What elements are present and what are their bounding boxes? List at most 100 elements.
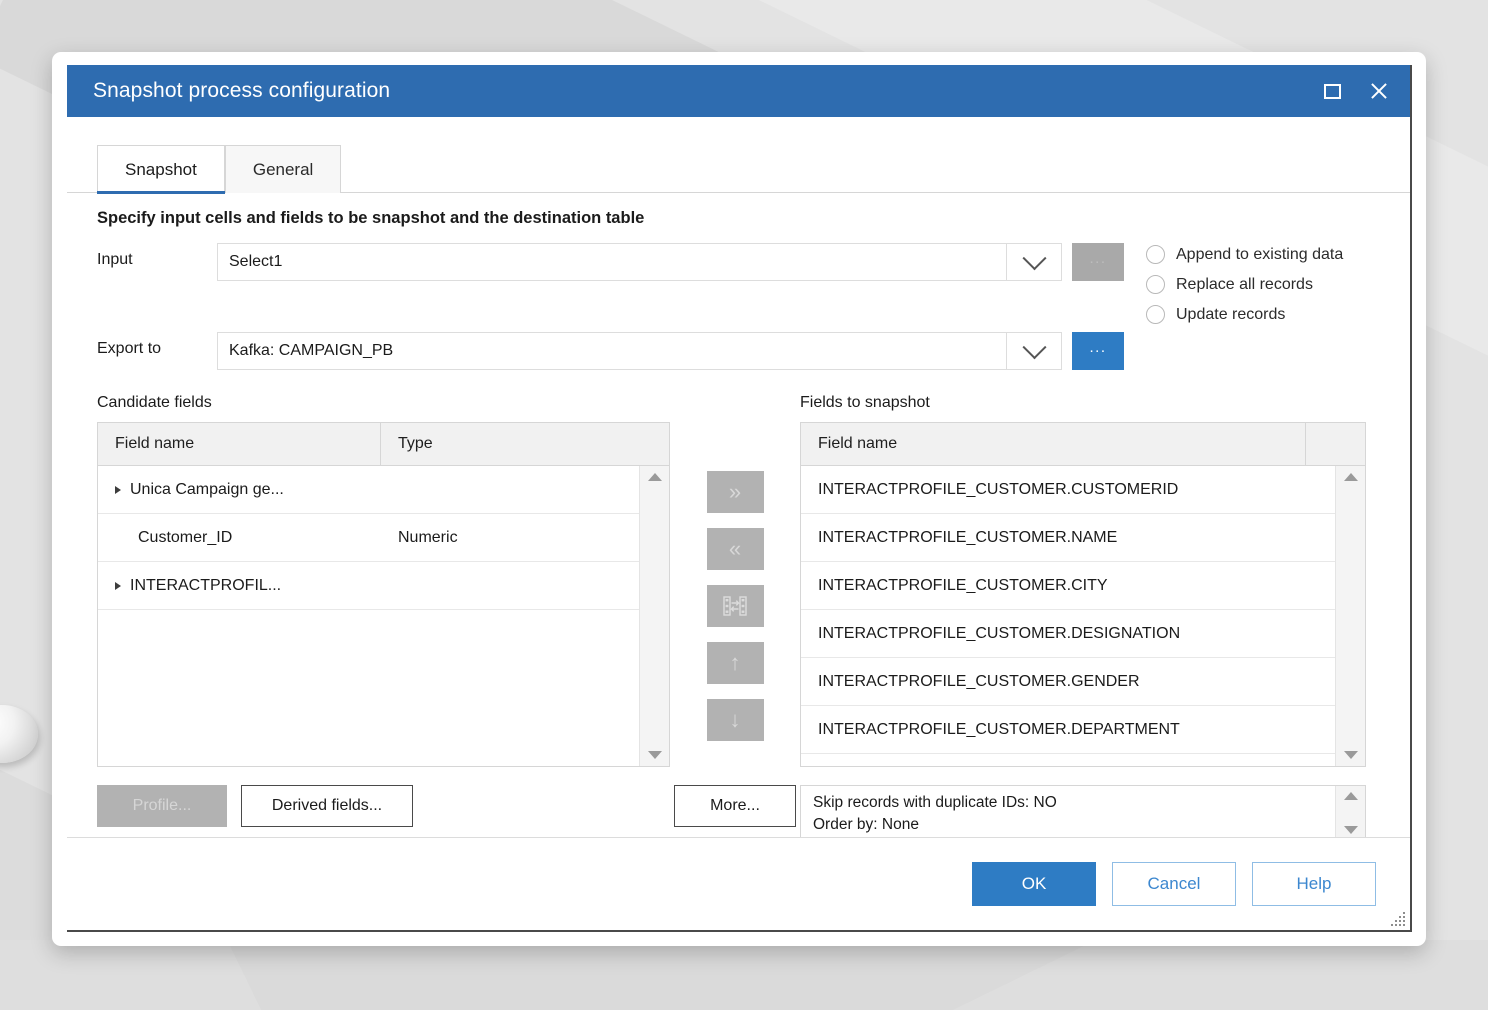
snapshot-process-configuration-dialog: Snapshot process configuration Snapshot [67,65,1412,932]
double-chevron-right-icon: » [729,481,741,503]
snapshot-fields-empty-space [801,754,1335,766]
snapshot-field-name: INTERACTPROFILE_CUSTOMER.CUSTOMERID [801,481,1335,499]
candidate-fields-scrollbar[interactable] [639,466,669,766]
list-item[interactable]: INTERACTPROFILE_CUSTOMER.NAME [801,514,1335,562]
tab-snapshot[interactable]: Snapshot [97,145,225,193]
table-row[interactable]: Customer_ID Numeric [98,514,639,562]
scroll-down-icon[interactable] [1344,751,1358,759]
scroll-down-icon[interactable] [648,751,662,759]
candidate-fields-list: Field name Type Unica Campaign ge... [97,422,670,767]
snapshot-fields-rows: INTERACTPROFILE_CUSTOMER.CUSTOMERID INTE… [801,466,1335,766]
summary-line-order-by: Order by: None [813,814,1323,836]
dialog-title: Snapshot process configuration [93,79,1315,103]
scroll-up-icon[interactable] [648,473,662,481]
radio-update-records[interactable]: Update records [1146,305,1343,324]
candidate-fields-empty-space [98,610,639,766]
input-browse-label: ... [1089,251,1106,266]
transfer-buttons-column: » « [670,394,800,767]
snapshot-fields-header: Field name [801,423,1365,466]
derived-fields-button-label: Derived fields... [272,797,382,815]
tab-strip: Snapshot General [67,117,1410,193]
snapshot-field-name: INTERACTPROFILE_CUSTOMER.NAME [801,529,1335,547]
more-button[interactable]: More... [674,785,796,827]
snapshot-tab-content: Specify input cells and fields to be sna… [67,193,1410,837]
export-to-label: Export to [97,332,217,358]
snapshot-header-spacer [1306,423,1365,465]
close-button[interactable] [1362,74,1396,108]
cancel-button-label: Cancel [1148,874,1201,894]
input-dropdown-toggle[interactable] [1006,244,1061,280]
dialog-body: Snapshot General Specify input cells and… [67,117,1410,930]
snapshot-fields-scrollbar[interactable] [1335,466,1365,766]
radio-icon [1146,245,1165,264]
list-item[interactable]: INTERACTPROFILE_CUSTOMER.DESIGNATION [801,610,1335,658]
table-row[interactable]: INTERACTPROFIL... [98,562,639,610]
input-value: Select1 [218,253,1006,271]
swap-fields-button[interactable] [707,585,764,627]
snapshot-fields-list: Field name INTERACTPROFILE_CUSTOMER.CUST… [800,422,1366,767]
snapshot-field-name: INTERACTPROFILE_CUSTOMER.CITY [801,577,1335,595]
expand-arrow-icon[interactable] [115,582,121,590]
summary-scrollbar[interactable] [1335,786,1365,840]
list-item[interactable]: INTERACTPROFILE_CUSTOMER.DEPARTMENT [801,706,1335,754]
add-all-button[interactable]: » [707,471,764,513]
close-icon [1369,81,1389,101]
candidate-field-type: Numeric [381,529,639,547]
export-to-combobox[interactable]: Kafka: CAMPAIGN_PB [217,332,1062,370]
swap-icon [722,594,748,618]
window-controls [1315,74,1396,108]
move-down-button[interactable]: ↓ [707,699,764,741]
table-row[interactable]: Unica Campaign ge... [98,466,639,514]
arrow-up-icon: ↑ [730,652,741,674]
scroll-up-icon[interactable] [1344,473,1358,481]
candidate-col-type: Type [381,423,669,465]
input-label: Input [97,243,217,269]
chevron-down-icon [1022,246,1046,270]
help-button[interactable]: Help [1252,862,1376,906]
export-to-browse-label: ... [1089,340,1106,355]
double-chevron-left-icon: « [729,538,741,560]
list-item[interactable]: INTERACTPROFILE_CUSTOMER.GENDER [801,658,1335,706]
candidate-fields-caption: Candidate fields [97,394,670,412]
scroll-down-icon[interactable] [1344,826,1358,834]
candidate-fields-rows: Unica Campaign ge... Customer_ID Numeric [98,466,639,766]
restore-button[interactable] [1315,74,1349,108]
resize-grip[interactable] [1391,912,1405,926]
desktop-knob-decoration [0,705,38,763]
radio-icon [1146,305,1165,324]
remove-all-button[interactable]: « [707,528,764,570]
tab-general-label: General [253,160,313,180]
derived-fields-button[interactable]: Derived fields... [241,785,413,827]
field-selection-area: Candidate fields Field name Type [97,394,1380,767]
scroll-up-icon[interactable] [1344,792,1358,800]
candidate-col-field-name: Field name [98,423,381,465]
tab-general[interactable]: General [225,145,341,193]
radio-replace-label: Replace all records [1176,276,1313,294]
profile-button-label: Profile... [133,797,192,815]
radio-append-to-existing-data[interactable]: Append to existing data [1146,245,1343,264]
dialog-titlebar: Snapshot process configuration [67,65,1410,117]
candidate-fields-panel: Candidate fields Field name Type [97,394,670,767]
candidate-field-name: Unica Campaign ge... [130,481,284,499]
list-item[interactable]: INTERACTPROFILE_CUSTOMER.CITY [801,562,1335,610]
move-up-button[interactable]: ↑ [707,642,764,684]
expand-arrow-icon[interactable] [115,486,121,494]
snapshot-fields-caption: Fields to snapshot [800,394,1366,412]
ok-button[interactable]: OK [972,862,1096,906]
profile-button[interactable]: Profile... [97,785,227,827]
snapshot-fields-panel: Fields to snapshot Field name INTERACTPR… [800,394,1366,767]
list-item[interactable]: INTERACTPROFILE_CUSTOMER.CUSTOMERID [801,466,1335,514]
candidate-field-name: INTERACTPROFIL... [130,577,281,595]
export-to-dropdown-toggle[interactable] [1006,333,1061,369]
snapshot-summary-box: Skip records with duplicate IDs: NO Orde… [800,785,1366,841]
radio-append-label: Append to existing data [1176,246,1343,264]
export-to-browse-button[interactable]: ... [1072,332,1124,370]
input-combobox[interactable]: Select1 [217,243,1062,281]
radio-replace-all-records[interactable]: Replace all records [1146,275,1343,294]
cancel-button[interactable]: Cancel [1112,862,1236,906]
chevron-down-icon [1022,335,1046,359]
bottom-actions-row: Profile... Derived fields... More... [97,785,1380,841]
input-browse-button[interactable]: ... [1072,243,1124,281]
tab-snapshot-label: Snapshot [125,160,197,180]
input-row: Input Select1 ... Append to existing [97,243,1380,324]
